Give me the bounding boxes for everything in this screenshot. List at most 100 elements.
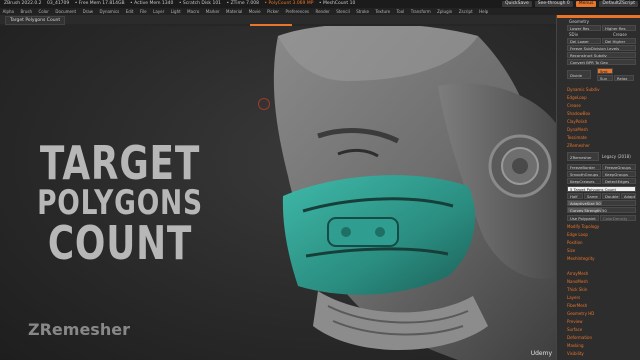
menu-zplugin[interactable]: Zplugin — [437, 9, 452, 14]
color-density-slider[interactable]: ColorDensity — [600, 215, 636, 221]
menu-edgeloop[interactable]: EdgeLoop — [567, 95, 587, 100]
menu-crease[interactable]: Crease — [567, 103, 581, 108]
menu-preview[interactable]: Preview — [567, 319, 583, 324]
scratch-disk: • Scratch Disk 101 — [178, 1, 222, 6]
menus-toggle[interactable]: Menus — [575, 1, 597, 7]
del-lower-button[interactable]: Del Lower — [567, 38, 601, 44]
relax-toggle[interactable]: Relax — [614, 75, 634, 81]
zremesher-section-title[interactable]: ZRemesher — [567, 143, 590, 148]
legacy-toggle[interactable]: Legacy (2018) — [602, 154, 631, 159]
menu-help[interactable]: Help — [479, 9, 488, 14]
adapt-toggle[interactable]: Adapt — [621, 193, 636, 199]
menu-fibermesh[interactable]: FiberMesh — [567, 303, 587, 308]
menu-meshintegrity[interactable]: MeshIntegrity — [567, 256, 595, 261]
menu-nanomesh[interactable]: NanoMesh — [567, 279, 588, 284]
menu-render[interactable]: Render — [315, 9, 329, 14]
menu-light[interactable]: Light — [171, 9, 181, 14]
menu-movie[interactable]: Movie — [249, 9, 261, 14]
menu-edge-loop[interactable]: Edge Loop — [567, 232, 588, 237]
divide-button[interactable]: Divide — [567, 70, 591, 79]
menu-texture[interactable]: Texture — [375, 9, 390, 14]
titlebar-actions: QuickSave See-through 0 Menus DefaultZSc… — [501, 0, 640, 8]
adaptive-size-label: AdaptiveSize 50 — [570, 201, 601, 206]
menu-file[interactable]: File — [140, 9, 147, 14]
menu-shadowbox[interactable]: ShadowBox — [567, 111, 590, 116]
menu-size[interactable]: Size — [567, 248, 575, 253]
menu-dynamics[interactable]: Dynamics — [100, 9, 120, 14]
menu-masking[interactable]: Masking — [567, 343, 584, 348]
menu-picker[interactable]: Picker — [267, 9, 279, 14]
free-mem: • Free Mem 17.814GB — [74, 1, 125, 6]
keep-groups-toggle[interactable]: KeepGroups — [602, 171, 636, 177]
smt-toggle[interactable]: Smt — [597, 68, 613, 74]
menu-modify-topology[interactable]: Modify Topology — [567, 224, 599, 229]
menu-arraymesh[interactable]: ArrayMesh — [567, 271, 588, 276]
menu-surface[interactable]: Surface — [567, 327, 582, 332]
menu-material[interactable]: Material — [226, 9, 242, 14]
file-name: 03_41709 — [46, 1, 70, 6]
adaptive-size-slider[interactable]: AdaptiveSize 50 — [567, 200, 636, 206]
menu-tool[interactable]: Tool — [397, 9, 405, 14]
freeze-border-toggle[interactable]: FreezeBorder — [567, 164, 601, 170]
crease-toggle[interactable]: Crease — [613, 32, 627, 37]
menu-layers[interactable]: Layers — [567, 295, 580, 300]
see-through-slider[interactable]: See-through 0 — [534, 1, 573, 7]
freeze-subdivision-button[interactable]: Freeze SubDivision Levels — [567, 45, 636, 51]
app-name: ZBrush 2022.0.2 — [4, 1, 42, 6]
menu-tessimate[interactable]: Tessimate — [567, 135, 587, 140]
menu-marker[interactable]: Marker — [206, 9, 220, 14]
menu-edit[interactable]: Edit — [126, 9, 134, 14]
menu-color[interactable]: Color — [38, 9, 48, 14]
menu-dynamesh[interactable]: DynaMesh — [567, 127, 588, 132]
menu-claypolish[interactable]: ClayPolish — [567, 119, 587, 124]
headline-line-1: TARGET — [39, 136, 201, 190]
default-zscript-button[interactable]: DefaultZScript — [599, 1, 638, 7]
tab-target-polygons-count[interactable]: Target Polygons Count — [5, 16, 66, 25]
palette-header — [557, 15, 640, 18]
menu-visibility[interactable]: Visibility — [567, 351, 584, 356]
menu-bar: Alpha Brush Color Document Draw Dynamics… — [0, 8, 640, 15]
half-button[interactable]: Half — [567, 193, 583, 199]
menu-layer[interactable]: Layer — [153, 9, 164, 14]
smooth-groups-toggle[interactable]: SmoothGroups — [567, 171, 601, 177]
double-button[interactable]: Double — [602, 193, 620, 199]
menu-transform[interactable]: Transform — [411, 9, 431, 14]
menu-preferences[interactable]: Preferences — [285, 9, 309, 14]
suv-toggle[interactable]: Suv — [597, 75, 613, 81]
active-mem: • Active Mem 1340 — [130, 1, 174, 6]
menu-document[interactable]: Document — [55, 9, 76, 14]
menu-stroke[interactable]: Stroke — [356, 9, 369, 14]
convert-bpr-button[interactable]: Convert BPR To Geo — [567, 59, 636, 65]
higher-res-button[interactable]: Higher Res — [602, 25, 636, 31]
target-polygons-count-slider[interactable]: 5 Target Polygons Count — [567, 186, 636, 192]
viewport-canvas[interactable]: TARGET POLYGONS COUNT ZRemesher Udemy — [0, 26, 556, 360]
detect-edges-toggle[interactable]: DetectEdges — [602, 178, 636, 184]
menu-zscript[interactable]: Zscript — [459, 9, 473, 14]
curves-strength-label: Curves Strength 50 — [570, 208, 607, 213]
quicksave-button[interactable]: QuickSave — [501, 1, 532, 7]
del-higher-button[interactable]: Del Higher — [602, 38, 636, 44]
curves-strength-slider[interactable]: Curves Strength 50 — [567, 207, 636, 213]
freeze-groups-toggle[interactable]: FreezeGroups — [602, 164, 636, 170]
reconstruct-subdiv-button[interactable]: Reconstruct Subdiv — [567, 52, 636, 58]
menu-geometry-hd[interactable]: Geometry HD — [567, 311, 594, 316]
menu-thick-skin[interactable]: Thick Skin — [567, 287, 587, 292]
geometry-title[interactable]: Geometry — [569, 19, 589, 24]
same-button[interactable]: Same — [584, 193, 601, 199]
lower-res-button[interactable]: Lower Res — [567, 25, 601, 31]
menu-alpha[interactable]: Alpha — [3, 9, 14, 14]
menu-macro[interactable]: Macro — [187, 9, 199, 14]
zremesher-button[interactable]: ZRemesher — [567, 152, 599, 161]
menu-brush[interactable]: Brush — [20, 9, 32, 14]
document-tab-bar: Target Polygons Count — [0, 15, 556, 25]
polycount: • PolyCount 3.069 MP — [264, 1, 314, 6]
keep-creases-toggle[interactable]: KeepCreases — [567, 178, 601, 184]
menu-draw[interactable]: Draw — [83, 9, 93, 14]
sdiv-slider[interactable]: SDiv — [569, 32, 578, 37]
menu-stencil[interactable]: Stencil — [336, 9, 350, 14]
menu-position[interactable]: Position — [567, 240, 583, 245]
use-polypaint-toggle[interactable]: Use Polypaint — [567, 215, 599, 221]
menu-deformation[interactable]: Deformation — [567, 335, 592, 340]
ztime: • ZTime 7.008 — [226, 1, 259, 6]
menu-dynamic-subdiv[interactable]: Dynamic Subdiv — [567, 87, 600, 92]
